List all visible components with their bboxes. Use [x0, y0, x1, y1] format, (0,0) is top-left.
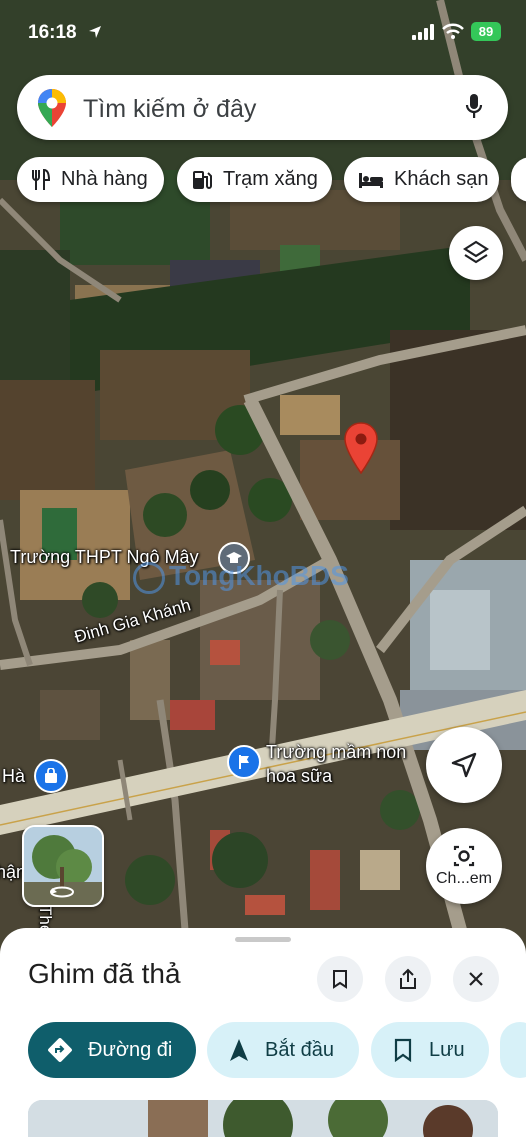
place-label[interactable]: Hà: [2, 766, 25, 787]
chip-label: Khách sạn: [394, 168, 489, 190]
search-input[interactable]: Tìm kiếm ở đây: [83, 95, 256, 124]
close-button[interactable]: [453, 956, 499, 1002]
dropped-pin-icon[interactable]: [343, 421, 379, 475]
chip-gas-stations[interactable]: Trạm xăng: [177, 157, 332, 202]
bookmark-icon: [393, 1038, 413, 1062]
street-view-button[interactable]: Ch...em: [426, 828, 502, 904]
watermark-logo-icon: [133, 561, 165, 594]
share-icon: [400, 968, 416, 989]
chip-label: Trạm xăng: [223, 168, 318, 190]
start-button[interactable]: Bắt đầu: [207, 1022, 359, 1078]
microphone-icon[interactable]: [465, 93, 483, 121]
directions-icon: [46, 1036, 74, 1064]
chip-hotels[interactable]: Khách sạn: [344, 157, 499, 202]
chip-label: Nhà hàng: [61, 168, 148, 190]
save-button[interactable]: Lưu: [371, 1022, 489, 1078]
start-navigation-icon: [229, 1038, 249, 1062]
chip-restaurants[interactable]: Nhà hàng: [17, 157, 164, 202]
close-icon: [469, 972, 483, 986]
layers-button[interactable]: [449, 226, 503, 280]
location-arrow-icon: [89, 26, 101, 38]
signal-icon: [412, 24, 434, 40]
my-location-button[interactable]: [426, 727, 502, 803]
place-photo-image: [28, 1100, 498, 1137]
battery-indicator: 89: [471, 22, 501, 41]
hotel-icon: [358, 171, 384, 189]
rotate-360-icon: [50, 886, 74, 898]
navigation-arrow-icon: [451, 752, 477, 778]
restaurant-icon: [31, 168, 51, 191]
layers-icon: [463, 240, 489, 264]
place-photo[interactable]: [28, 1100, 498, 1137]
street-view-thumbnail[interactable]: [22, 825, 104, 907]
street-view-label: Ch...em: [435, 870, 492, 887]
shopping-marker-icon[interactable]: [34, 759, 68, 793]
more-actions-button[interactable]: [500, 1022, 526, 1078]
sheet-drag-handle[interactable]: [235, 937, 291, 942]
sheet-title: Ghim đã thả: [28, 958, 181, 989]
kindergarten-marker-icon[interactable]: [227, 745, 261, 779]
kindergarten-label[interactable]: Trường mầm non hoa sữa: [266, 740, 406, 788]
status-time: 16:18: [28, 22, 77, 43]
start-label: Bắt đầu: [265, 1038, 334, 1061]
camera-icon: [453, 845, 475, 867]
watermark: TongKhoBDS: [133, 560, 349, 594]
save-bookmark-button[interactable]: [317, 956, 363, 1002]
gas-station-icon: [191, 169, 213, 191]
save-label: Lưu: [429, 1038, 465, 1061]
search-bar[interactable]: Tìm kiếm ở đây: [17, 75, 508, 140]
google-maps-logo-icon: [38, 89, 66, 127]
status-bar: 16:18 89: [0, 0, 526, 60]
bookmark-icon: [333, 970, 347, 989]
directions-label: Đường đi: [88, 1038, 173, 1061]
directions-button[interactable]: Đường đi: [28, 1022, 196, 1078]
wifi-icon: [442, 23, 464, 39]
share-button[interactable]: [385, 956, 431, 1002]
